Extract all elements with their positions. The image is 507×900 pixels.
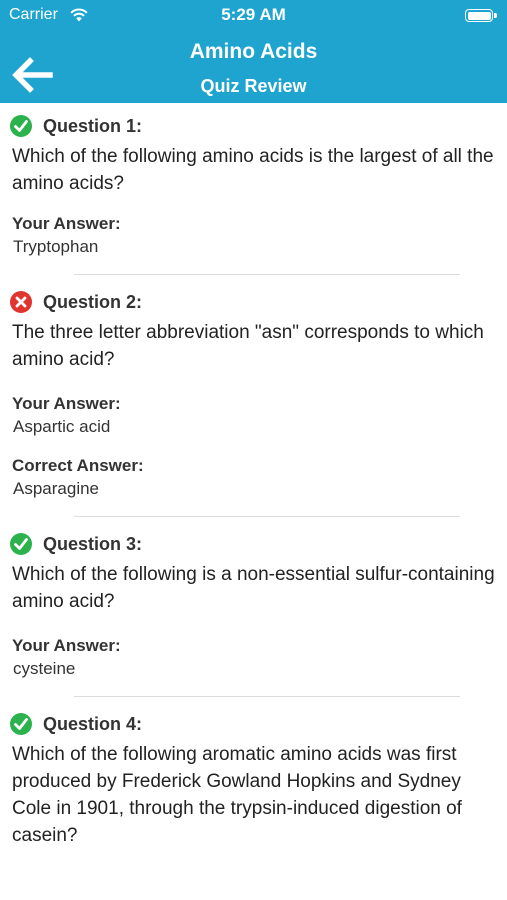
question-label: Question 4: bbox=[43, 713, 143, 734]
your-answer-value: Aspartic acid bbox=[13, 417, 111, 436]
your-answer-label: Your Answer: bbox=[12, 214, 121, 233]
page-subtitle: Quiz Review bbox=[200, 76, 307, 96]
page-title: Amino Acids bbox=[189, 40, 318, 63]
your-answer-value: cysteine bbox=[13, 659, 76, 678]
correct-answer-label: Correct Answer: bbox=[12, 456, 144, 475]
question-text: Which of the following amino acids is th… bbox=[12, 146, 494, 194]
question-item: Question 1: Which of the following amino… bbox=[0, 103, 507, 275]
clock: 5:29 AM bbox=[221, 5, 286, 24]
your-answer-label: Your Answer: bbox=[12, 394, 121, 413]
question-label: Question 2: bbox=[43, 291, 143, 312]
question-item: Question 2: The three letter abbreviatio… bbox=[0, 275, 507, 517]
question-label: Question 1: bbox=[43, 115, 143, 136]
question-text: The three letter abbreviation "asn" corr… bbox=[12, 322, 484, 370]
quiz-review-list: Question 1: Which of the following amino… bbox=[0, 103, 507, 849]
question-item: Question 4: Which of the following aroma… bbox=[0, 697, 507, 849]
your-answer-value: Tryptophan bbox=[13, 237, 99, 256]
question-text: Which of the following aromatic amino ac… bbox=[12, 744, 462, 846]
check-circle-icon bbox=[10, 533, 32, 555]
check-circle-icon bbox=[10, 713, 32, 735]
status-bar: Carrier 5:29 AM bbox=[0, 0, 507, 30]
question-item: Question 3: Which of the following is a … bbox=[0, 517, 507, 697]
check-circle-icon bbox=[10, 115, 32, 137]
header: Carrier 5:29 AM Amino Acids Quiz Review bbox=[0, 0, 507, 103]
correct-answer-value: Asparagine bbox=[13, 479, 100, 498]
question-text: Which of the following is a non-essentia… bbox=[12, 564, 495, 612]
battery-icon bbox=[465, 9, 497, 22]
question-label: Question 3: bbox=[43, 533, 143, 554]
your-answer-label: Your Answer: bbox=[12, 636, 121, 655]
x-circle-icon bbox=[10, 291, 32, 313]
